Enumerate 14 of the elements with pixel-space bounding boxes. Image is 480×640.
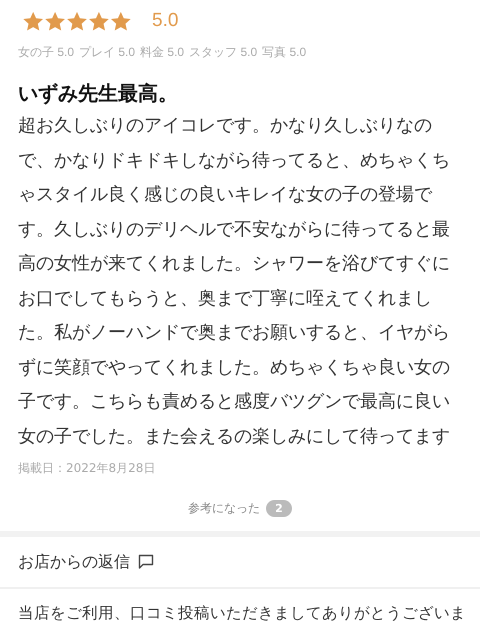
review-body: 超お久しぶりのアイコレです。かなり久しぶりなの で、かなりドキドキしながら待ってると、めちゃくち ゃスタイル良く感じの良いキレイな女の子の登場で す。久しぶりのデリヘルで不安ながらに待ってると最 高の女性が来てくれました。シャワーを浴びてすぐに お口でしてもらうと、奥まで丁寧に咥えてくれまし た。私がノーハンドで奥までお願いすると、イヤがら ずに笑顔でやってくれました。めちゃくちゃ良い女の 子です。こちらも責めると感度バツグンで最高に良い 女の子でした。また会えるの楽しみにして待ってます xyxy=(18,114,451,448)
reply-heading: お店からの返信 xyxy=(18,552,130,572)
posted-date: 掲載日：2022年8月28日 xyxy=(18,460,156,477)
rating-score: 5.0 xyxy=(152,10,178,32)
subscore: 女の子 5.0 xyxy=(18,44,74,61)
subscore: スタッフ 5.0 xyxy=(189,44,258,61)
reply-text: 当店をご利用、口コミ投稿いただきましてありがとうございま xyxy=(17,603,467,624)
review-title: いずみ先生最高。 xyxy=(18,80,179,107)
subscore: 料金 5.0 xyxy=(140,44,184,61)
speech-bubble-icon xyxy=(138,554,154,570)
subscore: 写真 5.0 xyxy=(262,44,306,61)
subscore: プレイ 5.0 xyxy=(79,44,136,61)
helpful-label[interactable]: 参考になった xyxy=(188,500,260,516)
helpful-count: 2 xyxy=(266,500,292,516)
